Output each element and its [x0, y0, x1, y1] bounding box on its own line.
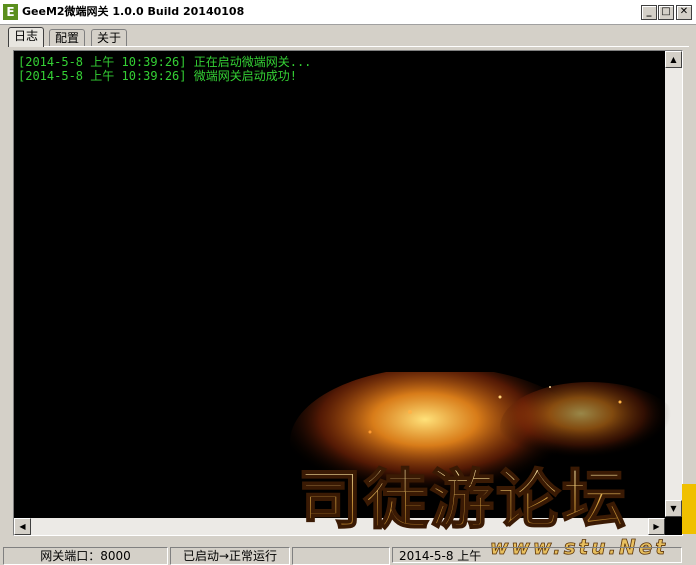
window-title: GeeM2微端网关 1.0.0 Build 20140108	[22, 5, 245, 18]
title-bar[interactable]: E GeeM2微端网关 1.0.0 Build 20140108 _ □ ✕	[0, 0, 696, 25]
status-port: 网关端口：8000	[3, 547, 168, 565]
horizontal-scrollbar[interactable]: ◀ ▶	[14, 518, 665, 535]
minimize-button[interactable]: _	[641, 5, 657, 20]
app-icon: E	[3, 4, 18, 20]
tab-divider	[8, 46, 689, 47]
maximize-button[interactable]: □	[658, 5, 674, 20]
status-state: 已启动→正常运行	[170, 547, 290, 565]
watermark-badge	[682, 484, 696, 534]
scroll-up-arrow-icon[interactable]: ▲	[665, 51, 682, 68]
log-output[interactable]: [2014-5-8 上午 10:39:26] 正在启动微端网关... [2014…	[14, 51, 663, 517]
tab-config[interactable]: 配置	[49, 29, 86, 46]
status-time: 2014-5-8 上午	[392, 547, 682, 563]
status-bar: 网关端口：8000 已启动→正常运行 2014-5-8 上午	[0, 545, 696, 565]
log-panel: [2014-5-8 上午 10:39:26] 正在启动微端网关... [2014…	[13, 50, 683, 536]
tab-about[interactable]: 关于	[91, 29, 128, 46]
log-line: [2014-5-8 上午 10:39:26] 正在启动微端网关...	[18, 55, 312, 69]
scroll-down-arrow-icon[interactable]: ▼	[665, 500, 682, 517]
status-empty	[292, 547, 390, 565]
scroll-left-arrow-icon[interactable]: ◀	[14, 518, 31, 535]
close-button[interactable]: ✕	[676, 5, 692, 20]
log-line: [2014-5-8 上午 10:39:26] 微端网关启动成功!	[18, 69, 297, 83]
vertical-scrollbar[interactable]: ▲ ▼	[665, 51, 682, 517]
scroll-right-arrow-icon[interactable]: ▶	[648, 518, 665, 535]
tab-log[interactable]: 日志	[8, 27, 45, 47]
